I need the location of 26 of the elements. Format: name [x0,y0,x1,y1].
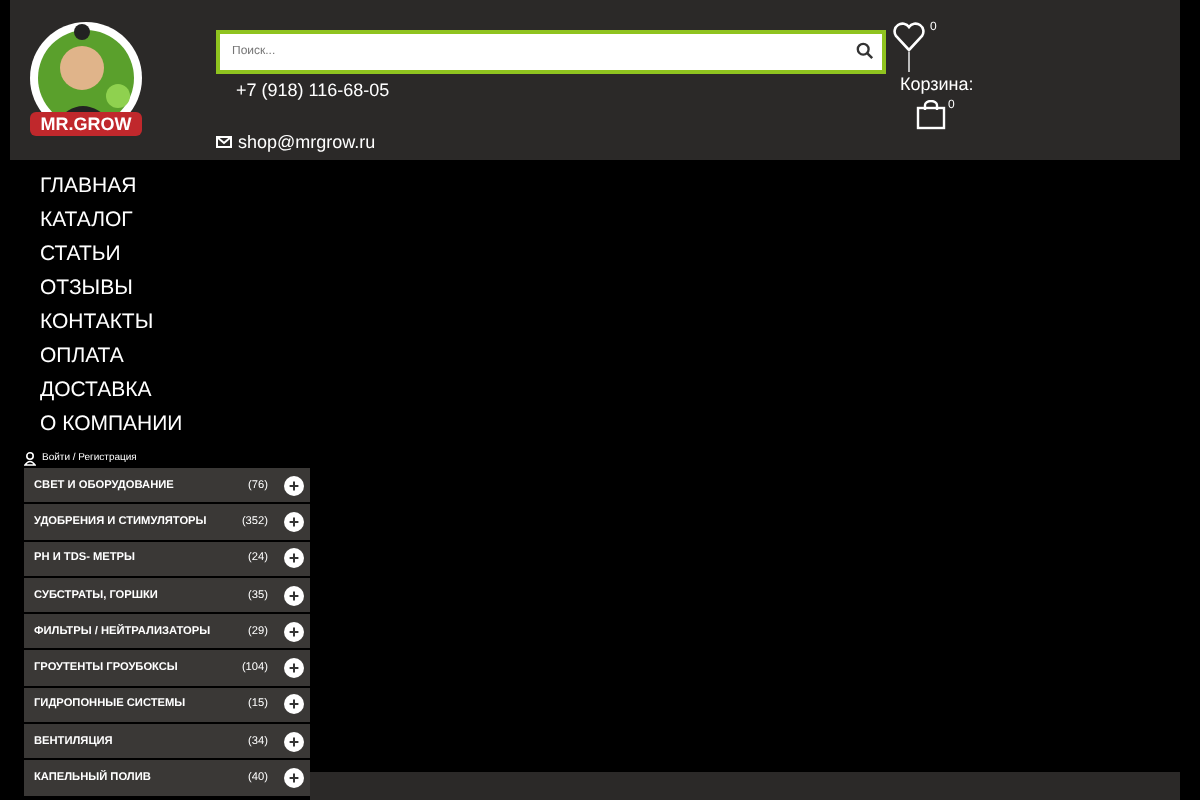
email-link[interactable]: shop@mrgrow.ru [238,132,376,152]
logo-text[interactable]: MR.GROW [30,112,142,136]
menu-link[interactable]: ДОСТАВКА [40,374,152,408]
heart-icon[interactable] [892,22,926,52]
plus-icon[interactable] [284,548,304,569]
plus-icon[interactable] [284,768,304,789]
plus-icon[interactable] [284,658,304,679]
plus-icon[interactable] [284,694,304,715]
user-icon [24,451,36,465]
plus-icon[interactable] [284,731,304,752]
menu-link[interactable]: ОТЗЫВЫ [40,272,133,306]
plus-icon[interactable] [284,621,304,642]
plus-icon[interactable] [284,475,304,496]
plus-icon[interactable] [284,511,304,532]
menu-link[interactable]: ГЛАВНАЯ [40,170,137,204]
phone-number: +7 (918) 116-68-05 [236,80,392,100]
envelope-icon [216,136,232,148]
search-icon[interactable] [856,42,874,60]
menu-link[interactable]: ОПЛАТА [40,340,124,374]
menu-link[interactable]: СТАТЬИ [40,238,121,272]
menu-link[interactable]: КОНТАКТЫ [40,306,154,340]
menu-link[interactable]: КАТАЛОГ [40,204,133,238]
shopping-bag-icon[interactable] [916,100,946,130]
cart-label: Корзина: [900,74,976,94]
menu-link[interactable]: О КОМПАНИИ [40,408,183,442]
plus-icon[interactable] [284,585,304,606]
